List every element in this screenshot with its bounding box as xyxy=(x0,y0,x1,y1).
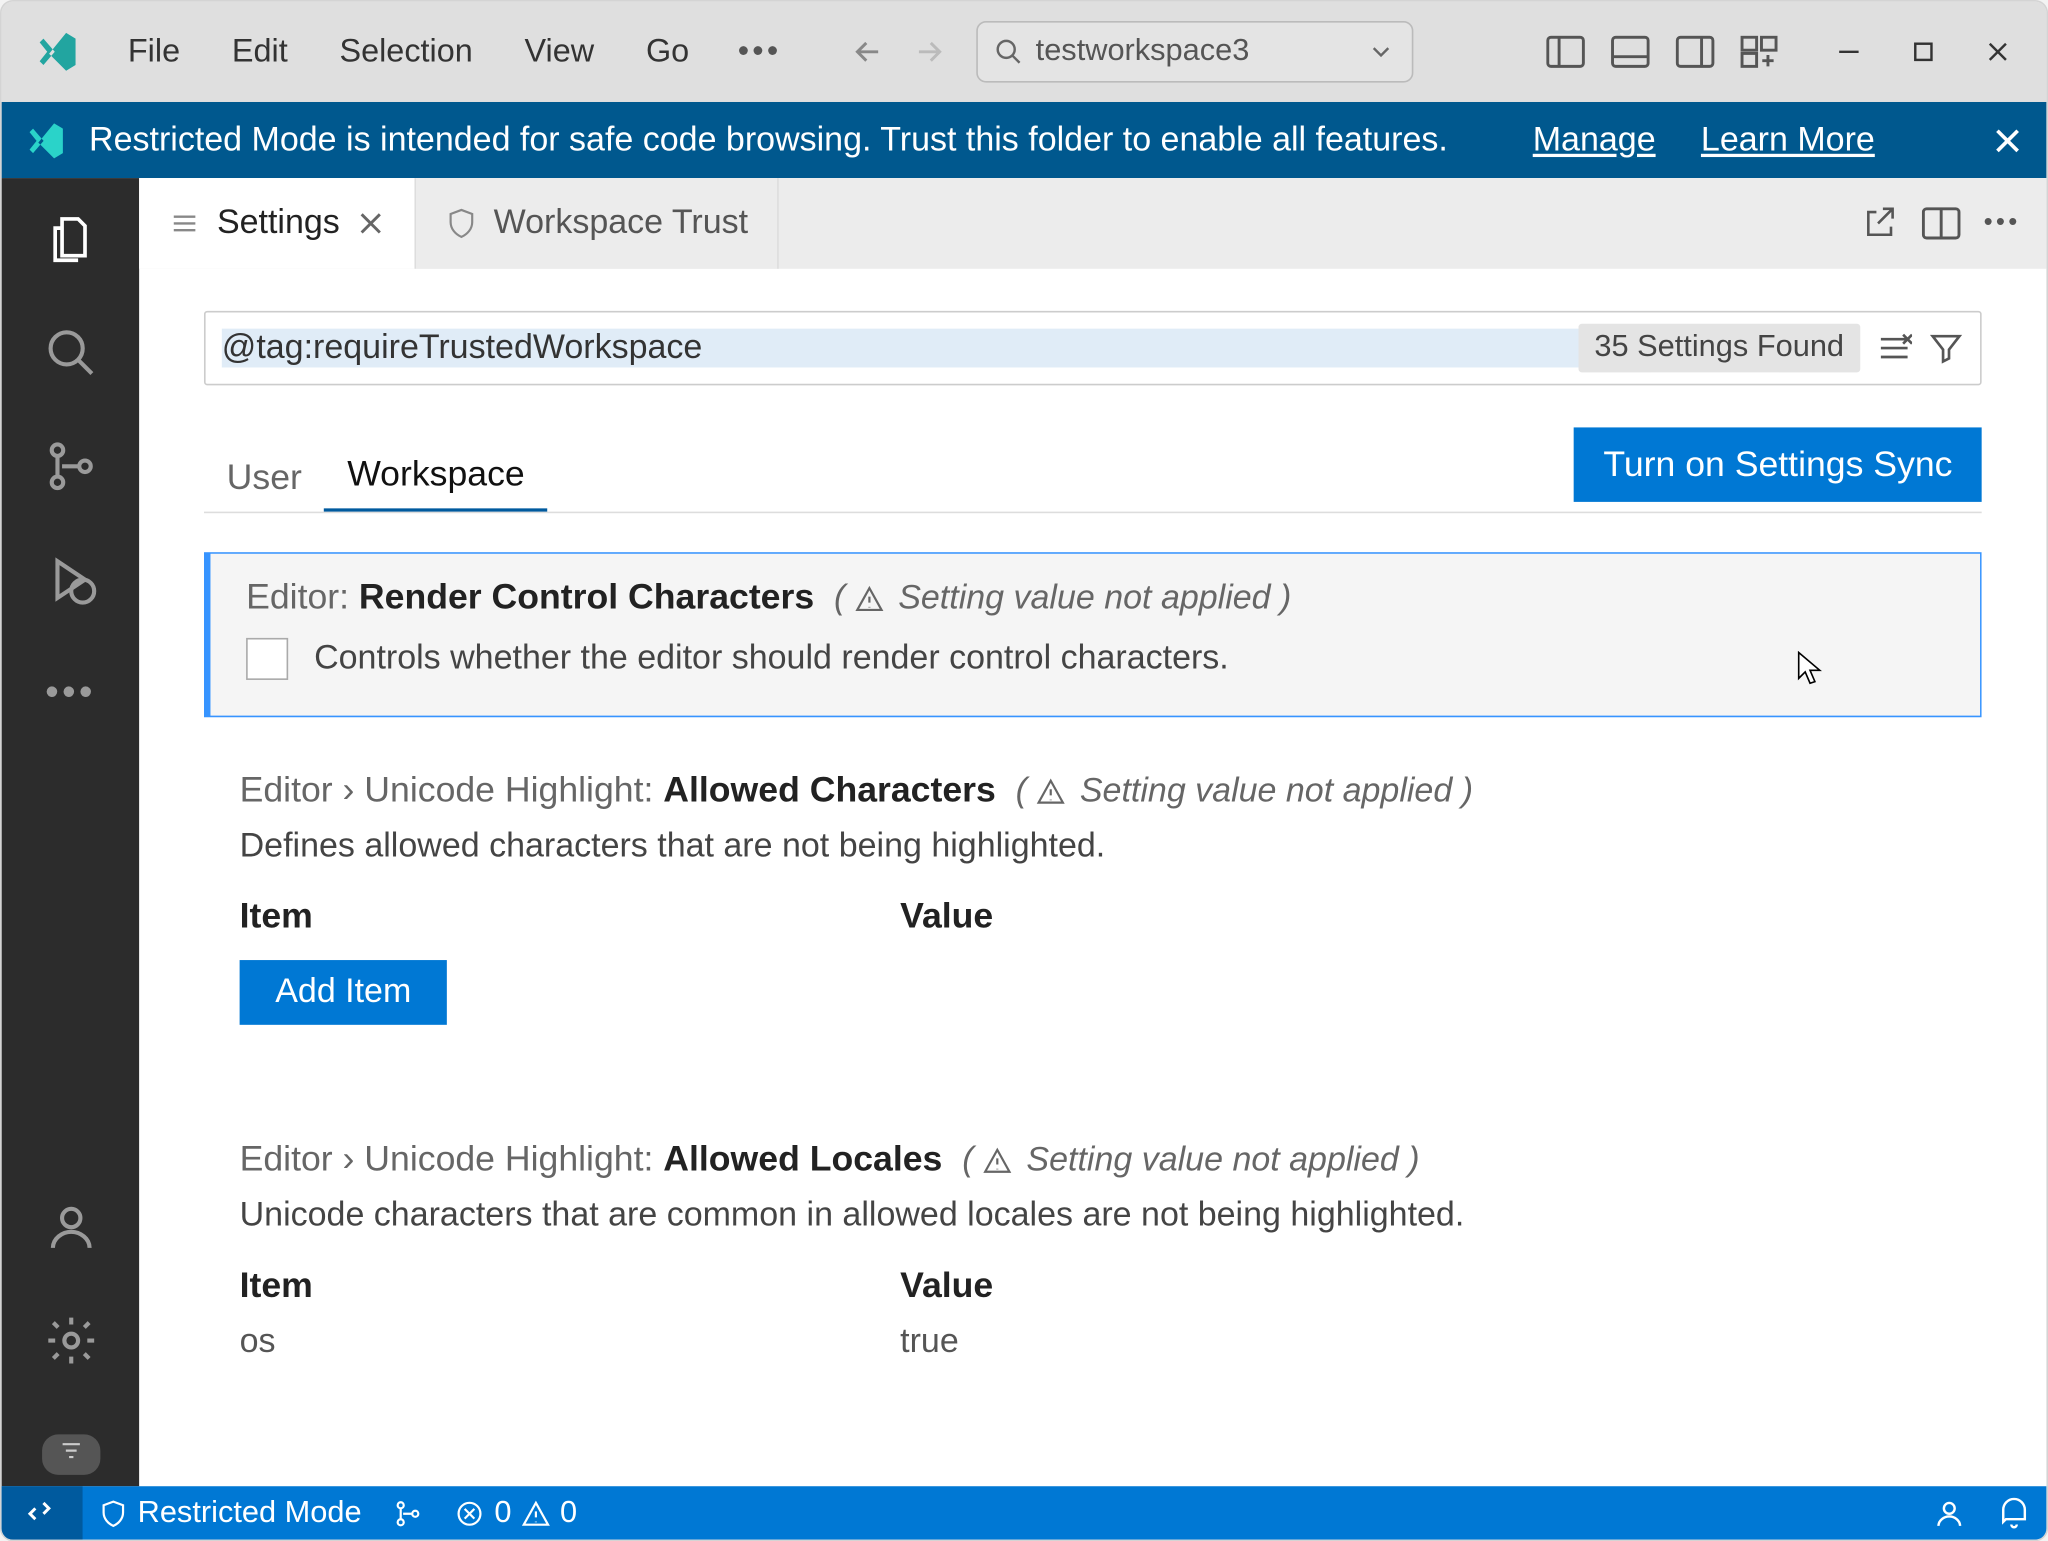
banner-learn-more-link[interactable]: Learn More xyxy=(1701,121,1875,160)
activity-explorer[interactable] xyxy=(38,207,103,272)
tab-label: Workspace Trust xyxy=(494,204,748,243)
settings-search[interactable]: 35 Settings Found xyxy=(204,311,1982,385)
status-source-control[interactable] xyxy=(378,1486,440,1539)
window-maximize-button[interactable] xyxy=(1901,29,1946,74)
shield-icon xyxy=(445,207,477,239)
setting-description: Controls whether the editor should rende… xyxy=(314,640,1229,679)
status-problems[interactable]: 0 0 xyxy=(439,1486,593,1539)
close-icon[interactable] xyxy=(356,209,385,238)
add-item-button[interactable]: Add Item xyxy=(240,960,447,1025)
title-bar: File Edit Selection View Go ••• testwork… xyxy=(2,2,2047,102)
table-header-value: Value xyxy=(900,1264,993,1306)
setting-category: Editor › Unicode Highlight: xyxy=(240,1138,664,1178)
setting-render-control-characters[interactable]: Editor: Render Control Characters ( Sett… xyxy=(204,552,1982,717)
window-minimize-button[interactable] xyxy=(1826,29,1871,74)
search-icon xyxy=(994,37,1023,66)
settings-sync-button[interactable]: Turn on Settings Sync xyxy=(1574,427,1981,501)
settings-found-count: 35 Settings Found xyxy=(1578,324,1860,373)
table-row[interactable]: ostrue xyxy=(240,1323,1946,1362)
tab-actions-overflow[interactable]: ••• xyxy=(1984,209,2021,238)
menu-go[interactable]: Go xyxy=(623,23,712,80)
banner-close-button[interactable] xyxy=(1991,124,2023,156)
editor-tabs: Settings Workspace Trust ••• xyxy=(139,178,2046,269)
table-cell-item: os xyxy=(240,1323,901,1362)
status-error-count: 0 xyxy=(494,1495,511,1531)
tab-workspace-trust[interactable]: Workspace Trust xyxy=(416,178,779,269)
activity-manage[interactable] xyxy=(38,1308,103,1373)
status-bar: Restricted Mode 0 0 xyxy=(2,1486,2047,1539)
setting-category: Editor › Unicode Highlight: xyxy=(240,769,664,809)
settings-icon xyxy=(168,207,200,239)
setting-checkbox[interactable] xyxy=(246,638,288,680)
settings-list[interactable]: Editor: Render Control Characters ( Sett… xyxy=(204,552,1982,1486)
setting-allowed-locales[interactable]: Editor › Unicode Highlight: Allowed Loca… xyxy=(204,1115,1982,1397)
tab-settings[interactable]: Settings xyxy=(139,178,416,269)
menu-edit[interactable]: Edit xyxy=(209,23,310,80)
activity-source-control[interactable] xyxy=(38,434,103,499)
status-restricted-label: Restricted Mode xyxy=(138,1495,362,1531)
tab-label: Settings xyxy=(217,204,340,243)
banner-manage-link[interactable]: Manage xyxy=(1533,121,1656,160)
banner-text: Restricted Mode is intended for safe cod… xyxy=(89,121,1448,160)
filter-icon[interactable] xyxy=(1928,330,1964,366)
vscode-logo-icon xyxy=(24,119,66,161)
layout-sidebar-left-button[interactable] xyxy=(1538,24,1593,79)
warning-icon xyxy=(1036,777,1065,806)
command-center-text: testworkspace3 xyxy=(1036,34,1353,70)
vscode-logo-icon xyxy=(34,29,79,74)
error-icon xyxy=(455,1498,484,1527)
settings-editor: 35 Settings Found User Workspace Turn on… xyxy=(139,269,2046,1486)
status-remote-button[interactable] xyxy=(2,1486,83,1539)
setting-warning: Setting value not applied xyxy=(898,580,1270,617)
command-center[interactable]: testworkspace3 xyxy=(976,21,1413,83)
nav-forward-button[interactable] xyxy=(908,31,950,73)
split-editor-button[interactable] xyxy=(1922,204,1961,243)
window-close-button[interactable] xyxy=(1975,29,2020,74)
activity-accounts[interactable] xyxy=(38,1195,103,1260)
warning-icon xyxy=(521,1498,550,1527)
activity-run-debug[interactable] xyxy=(38,547,103,612)
menu-selection[interactable]: Selection xyxy=(317,23,496,80)
setting-name: Allowed Locales xyxy=(663,1138,942,1178)
status-feedback[interactable] xyxy=(1917,1497,1982,1529)
table-header-item: Item xyxy=(240,895,901,937)
activity-overflow[interactable]: ••• xyxy=(38,661,103,726)
open-settings-json-button[interactable] xyxy=(1861,204,1900,243)
setting-description: Unicode characters that are common in al… xyxy=(240,1196,1946,1235)
editor-area: Settings Workspace Trust ••• 35 Settings… xyxy=(139,178,2046,1486)
status-warning-count: 0 xyxy=(560,1495,577,1531)
activity-search[interactable] xyxy=(38,321,103,386)
settings-scope-tabs: User Workspace Turn on Settings Sync xyxy=(204,427,1982,513)
nav-back-button[interactable] xyxy=(846,31,888,73)
table-header-item: Item xyxy=(240,1264,901,1306)
setting-category: Editor: xyxy=(246,576,359,616)
warning-icon xyxy=(983,1146,1012,1175)
customize-layout-button[interactable] xyxy=(1732,24,1787,79)
status-notifications[interactable] xyxy=(1982,1497,2047,1529)
layout-sidebar-right-button[interactable] xyxy=(1668,24,1723,79)
restricted-mode-banner: Restricted Mode is intended for safe cod… xyxy=(2,102,2047,178)
setting-warning: Setting value not applied xyxy=(1026,1141,1398,1178)
setting-allowed-characters[interactable]: Editor › Unicode Highlight: Allowed Char… xyxy=(204,746,1982,1060)
warning-icon xyxy=(855,584,884,613)
status-restricted-mode[interactable]: Restricted Mode xyxy=(83,1486,378,1539)
shield-icon xyxy=(99,1498,128,1527)
layout-panel-button[interactable] xyxy=(1603,24,1658,79)
scope-user-tab[interactable]: User xyxy=(204,444,325,512)
setting-description: Defines allowed characters that are not … xyxy=(240,827,1946,866)
scope-workspace-tab[interactable]: Workspace xyxy=(325,440,548,511)
activity-bar: ••• xyxy=(2,178,140,1486)
table-cell-value: true xyxy=(900,1323,959,1362)
clear-search-icon[interactable] xyxy=(1876,330,1912,366)
setting-warning: Setting value not applied xyxy=(1080,772,1452,809)
setting-name: Allowed Characters xyxy=(663,769,996,809)
chevron-down-icon xyxy=(1366,37,1395,66)
table-header-value: Value xyxy=(900,895,993,937)
menu-file[interactable]: File xyxy=(105,23,203,80)
activity-filter-badge[interactable] xyxy=(38,1421,103,1486)
menu-overflow[interactable]: ••• xyxy=(718,23,801,80)
settings-search-input[interactable] xyxy=(222,329,1578,368)
menu-view[interactable]: View xyxy=(502,23,617,80)
setting-name: Render Control Characters xyxy=(359,576,814,616)
